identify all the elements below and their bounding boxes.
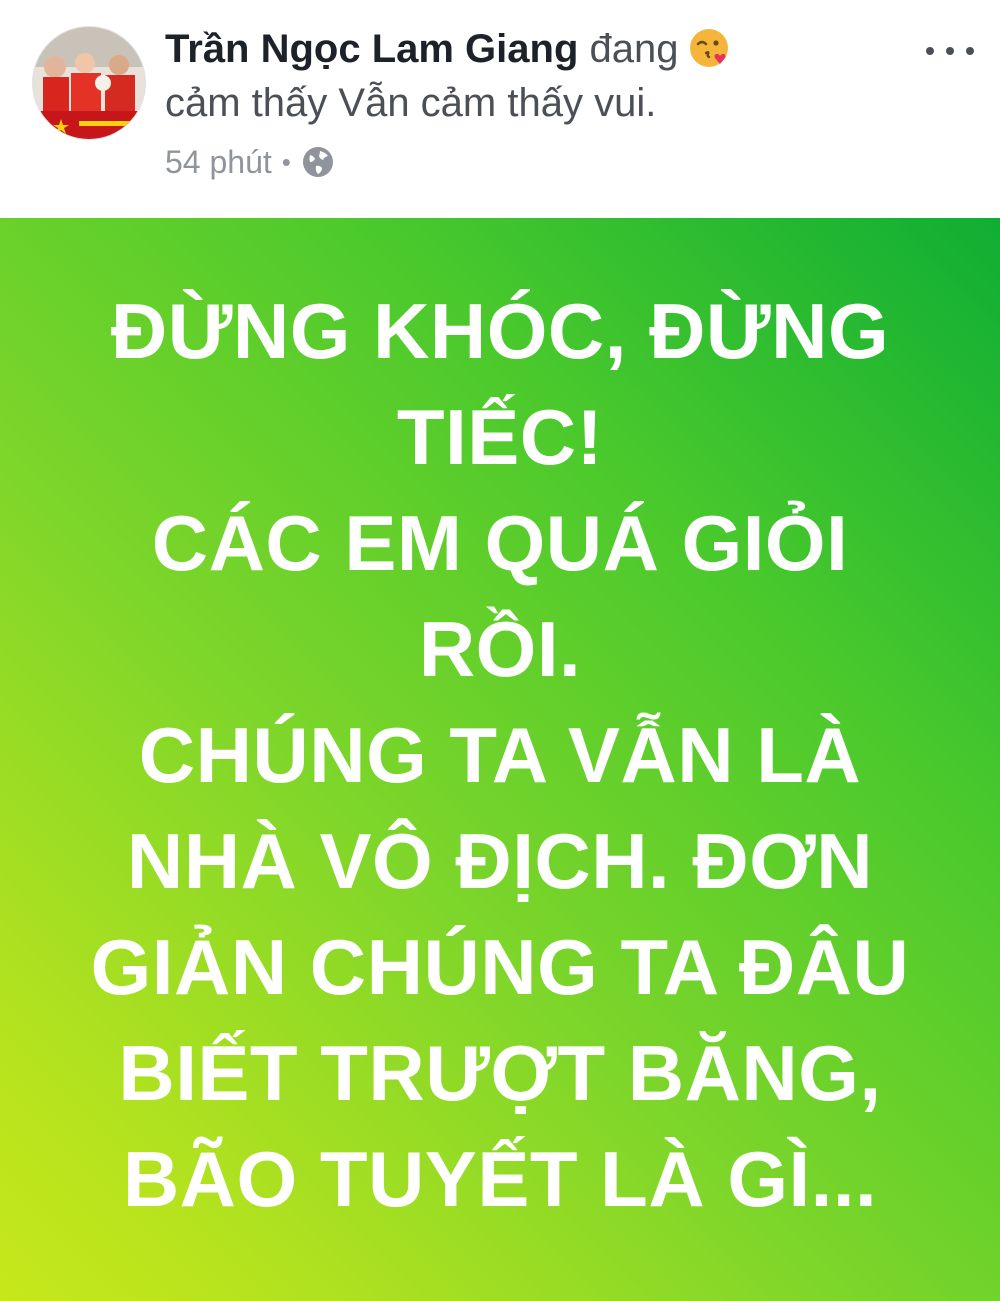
- more-options-icon[interactable]: [926, 36, 974, 66]
- status-line: BIẾT TRƯỢT BĂNG,: [118, 1028, 882, 1117]
- status-line: CÁC EM QUÁ GIỎI: [151, 498, 849, 587]
- feeling-text: cảm thấy Vẫn cảm thấy vui.: [165, 81, 657, 125]
- status-line: GIẢN CHÚNG TA ĐÂU: [90, 922, 910, 1011]
- status-line: NHÀ VÔ ĐỊCH. ĐƠN: [126, 816, 874, 905]
- kissing-wink-heart-emoji-icon: [687, 26, 731, 70]
- post-meta: 54 phút •: [165, 140, 335, 184]
- post-time[interactable]: 54 phút: [165, 140, 272, 184]
- meta-separator: •: [281, 147, 291, 177]
- status-line: ĐỪNG KHÓC, ĐỪNG: [110, 286, 890, 375]
- avatar-photo: [33, 27, 145, 139]
- post-header: Trần Ngọc Lam Giang đang cảm thấy Vẫn cả…: [0, 0, 1000, 218]
- facebook-post: Trần Ngọc Lam Giang đang cảm thấy Vẫn cả…: [0, 0, 1000, 1301]
- status-line: BÃO TUYẾT LÀ GÌ...: [122, 1134, 878, 1223]
- feeling-prefix: đang: [589, 27, 679, 71]
- status-background-card: ĐỪNG KHÓC, ĐỪNG TIẾC! CÁC EM QUÁ GIỎI RỒ…: [0, 218, 1000, 1301]
- more-dot: [926, 47, 934, 55]
- status-line: CHÚNG TA VẪN LÀ: [138, 710, 862, 799]
- author-line: Trần Ngọc Lam Giang đang cảm thấy Vẫn cả…: [165, 22, 885, 130]
- status-text: ĐỪNG KHÓC, ĐỪNG TIẾC! CÁC EM QUÁ GIỎI RỒ…: [60, 278, 940, 1232]
- more-dot: [966, 47, 974, 55]
- avatar[interactable]: [32, 26, 146, 140]
- status-line: RỒI.: [418, 604, 582, 693]
- author-name[interactable]: Trần Ngọc Lam Giang: [165, 27, 578, 71]
- status-line: TIẾC!: [396, 392, 604, 481]
- globe-icon[interactable]: [301, 145, 335, 179]
- more-dot: [946, 47, 954, 55]
